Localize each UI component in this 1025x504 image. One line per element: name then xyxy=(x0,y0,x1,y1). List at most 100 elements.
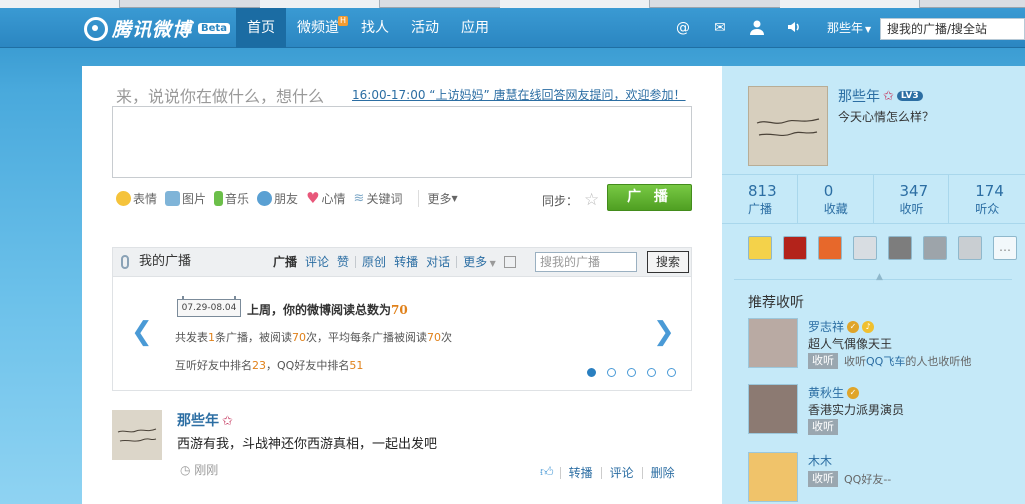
avatar[interactable] xyxy=(748,384,798,434)
profile-name[interactable]: 那些年 ✩ LV3 xyxy=(838,86,923,106)
stats-title: 上周，你的微博阅读总数为70 xyxy=(247,301,408,318)
feed-post: 那些年 ✩ 西游有我，斗战神还你西游真相，一起出发吧 ◷ 刚刚 👍︎ 转播 评论 … xyxy=(112,410,692,504)
star-icon: ✩ xyxy=(883,88,894,104)
pet-app-icon[interactable] xyxy=(818,236,842,260)
tab-rebroadcast[interactable]: 转播 xyxy=(394,248,418,278)
follow-button[interactable]: 收听 xyxy=(808,471,838,487)
recommend-name[interactable]: 黄秋生 ✓ xyxy=(808,384,860,401)
tab-conversation[interactable]: 对话 xyxy=(426,248,450,278)
author-name: 那些年 xyxy=(177,413,219,429)
value: 70 xyxy=(427,331,441,344)
browser-tab[interactable] xyxy=(0,0,120,8)
prev-arrow-icon[interactable]: ❮ xyxy=(131,317,153,347)
tool-label: 音乐 xyxy=(225,192,250,206)
recommend-item: 黄秋生 ✓ 香港实力派男演员 收听 xyxy=(748,384,1018,436)
more-tools[interactable]: 更多 ▼ xyxy=(418,190,458,207)
rebroadcast-button[interactable]: 转播 xyxy=(569,464,593,481)
more-apps-icon[interactable]: … xyxy=(993,236,1017,260)
carousel-dot[interactable] xyxy=(607,368,616,377)
site-logo[interactable]: 腾讯微博 Beta xyxy=(84,15,230,42)
nav-home[interactable]: 首页 xyxy=(236,8,286,48)
speaker-icon[interactable] xyxy=(785,19,803,37)
text: QQ好友-- xyxy=(844,473,892,486)
mood-tool[interactable]: ♥ 心情 xyxy=(306,190,345,207)
chevron-down-icon: ▼ xyxy=(865,25,872,34)
star-icon[interactable]: ☆ xyxy=(584,190,599,210)
mail-icon[interactable]: ✉ xyxy=(711,19,729,37)
name-text: 罗志祥 xyxy=(808,320,845,334)
carousel-dot[interactable] xyxy=(667,368,676,377)
recommend-name[interactable]: 罗志祥 ✓ ♪ xyxy=(808,318,875,335)
thumbs-up-icon[interactable]: 👍︎ xyxy=(540,465,554,480)
chevron-down-icon: ▼ xyxy=(487,259,496,268)
qq-badge-icon: ♪ xyxy=(862,320,875,333)
nav-label: 微频道 xyxy=(297,20,339,36)
tab-broadcast[interactable]: 广播 xyxy=(273,248,297,278)
tab-comments[interactable]: 评论 xyxy=(305,248,329,278)
snow-app-icon[interactable] xyxy=(853,236,877,260)
nav-channels[interactable]: 微频道 H xyxy=(286,8,350,48)
divider xyxy=(641,466,643,479)
photo-app-icon[interactable] xyxy=(888,236,912,260)
tab-more[interactable]: 更多 ▼ xyxy=(463,248,496,278)
user-menu[interactable]: 那些年 ▼ xyxy=(827,8,871,50)
post-author[interactable]: 那些年 ✩ xyxy=(177,410,233,430)
value: 51 xyxy=(349,359,364,372)
friend-tool[interactable]: 朋友 xyxy=(257,190,298,207)
music-tool[interactable]: 音乐 xyxy=(214,190,249,207)
post-time[interactable]: ◷ 刚刚 xyxy=(180,461,218,478)
text: ，QQ好友中排名 xyxy=(266,359,350,372)
tab-likes[interactable]: 赞 xyxy=(337,248,349,278)
nav-apps[interactable]: 应用 xyxy=(450,8,500,48)
browser-tab[interactable] xyxy=(780,0,920,8)
stat-label: 广播 xyxy=(748,202,773,216)
compose-textarea[interactable] xyxy=(112,106,692,178)
browser-tab[interactable] xyxy=(260,0,380,8)
tab-original[interactable]: 原创 xyxy=(362,248,386,278)
nav-events[interactable]: 活动 xyxy=(400,8,450,48)
user-icon[interactable] xyxy=(748,19,766,37)
comment-button[interactable]: 评论 xyxy=(610,464,634,481)
keyword-tool[interactable]: ≋ 关键词 xyxy=(354,190,403,207)
my-broadcast-search-button[interactable]: 搜索 xyxy=(647,251,689,273)
follow-button[interactable]: 收听 xyxy=(808,419,838,435)
image-tool[interactable]: 图片 xyxy=(165,190,206,207)
follow-button[interactable]: 收听 xyxy=(808,353,838,369)
game-app-icon[interactable] xyxy=(783,236,807,260)
tool-label: 表情 xyxy=(133,192,158,206)
stat-number: 0 xyxy=(823,182,834,200)
logo-icon xyxy=(84,16,108,41)
nav-find-people[interactable]: 找人 xyxy=(350,8,400,48)
divider xyxy=(355,256,357,268)
avatar[interactable] xyxy=(748,318,798,368)
mood-prompt[interactable]: 今天心情怎么样？ xyxy=(838,108,934,125)
stat-following[interactable]: 347 收听 xyxy=(874,175,950,223)
profile-avatar[interactable] xyxy=(748,86,828,166)
my-broadcast-search-input[interactable]: 搜我的广播 xyxy=(535,252,637,272)
at-icon[interactable]: @ xyxy=(674,19,692,37)
carousel-dot[interactable] xyxy=(647,368,656,377)
carousel-dot[interactable] xyxy=(587,368,596,377)
browser-tab[interactable] xyxy=(500,0,650,8)
carousel-dot[interactable] xyxy=(627,368,636,377)
broadcast-button[interactable]: 广 播 xyxy=(607,184,692,211)
recommend-name[interactable]: 木木 xyxy=(808,452,832,469)
stat-favorites[interactable]: 0 收藏 xyxy=(798,175,874,223)
nav-label: 活动 xyxy=(411,20,439,36)
collapse-arrow-icon[interactable]: ▲ xyxy=(876,272,883,282)
recommend-link[interactable]: QQ飞车 xyxy=(866,353,905,369)
calendar-icon[interactable] xyxy=(503,256,516,268)
tool-label: 关键词 xyxy=(366,192,403,206)
stat-broadcasts[interactable]: 813 广播 xyxy=(722,175,798,223)
avatar[interactable] xyxy=(112,410,162,460)
fish-app-icon[interactable] xyxy=(923,236,947,260)
stat-followers[interactable]: 174 听众 xyxy=(949,175,1025,223)
phone-app-icon[interactable] xyxy=(748,236,772,260)
badge-app-icon[interactable] xyxy=(958,236,982,260)
emoji-tool[interactable]: 表情 xyxy=(116,190,157,207)
avatar[interactable] xyxy=(748,452,798,502)
delete-button[interactable]: 删除 xyxy=(651,464,675,481)
global-search-input[interactable]: 搜我的广播/搜全站 xyxy=(880,18,1025,40)
compose-topic-link[interactable]: 16:00-17:00 “上访妈妈” 唐慧在线回答网友提问，欢迎参加！ xyxy=(352,86,686,103)
next-arrow-icon[interactable]: ❯ xyxy=(653,317,675,347)
